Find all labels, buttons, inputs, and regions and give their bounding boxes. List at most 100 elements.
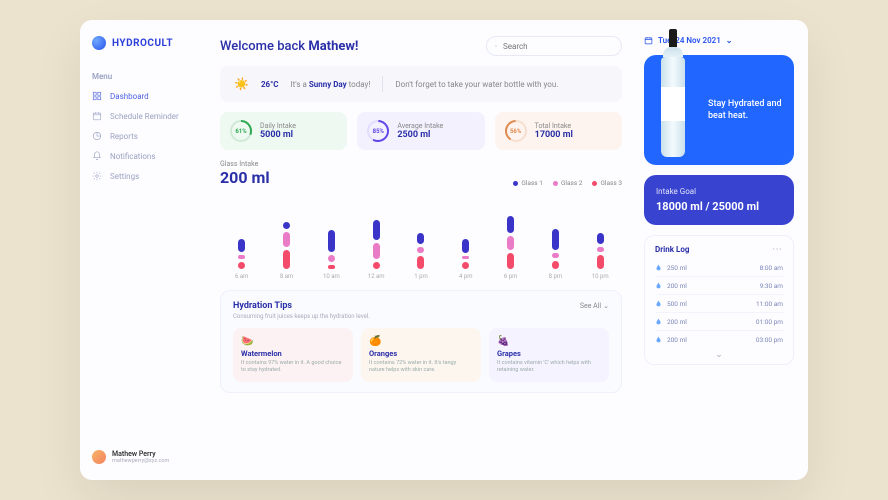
bottle-illustration-icon	[658, 29, 688, 159]
tip-card[interactable]: 🍇 Grapes It contains vitamin 'C' which h…	[489, 328, 609, 382]
temperature-value: 26°C	[261, 80, 279, 89]
tips-subtitle: Consuming fruit juices keeps up the hydr…	[233, 313, 609, 320]
chart-bar-segment	[417, 256, 424, 269]
chart-bar-column[interactable]	[448, 239, 483, 269]
grid-icon	[92, 91, 102, 101]
chart-bar-segment	[373, 220, 380, 240]
sidebar-item-label: Schedule Reminder	[110, 112, 179, 121]
chart-x-label: 8 am	[269, 273, 304, 280]
chart-bar-segment	[373, 243, 380, 260]
chart-bar-column[interactable]	[358, 220, 393, 269]
chart-bar-segment	[238, 239, 245, 252]
promo-bottle-card: Stay Hydrated and beat heat.	[644, 55, 794, 165]
chart-bar-column[interactable]	[314, 230, 349, 269]
chart-section: Glass Intake 200 ml Glass 1 Glass 2 Glas…	[220, 160, 622, 280]
sidebar-item-reports[interactable]: Reports	[92, 131, 198, 141]
see-all-link[interactable]: See All ⌄	[580, 302, 609, 310]
chart-bar-column[interactable]	[583, 233, 618, 269]
weather-headline: It's a Sunny Day today!	[290, 80, 370, 89]
log-time: 03:00 pm	[756, 336, 783, 344]
sidebar-item-schedule[interactable]: Schedule Reminder	[92, 111, 198, 121]
sidebar-item-label: Reports	[110, 132, 138, 141]
chart-x-label: 8 pm	[538, 273, 573, 280]
progress-ring-icon: 61%	[230, 120, 252, 142]
chart-bar-segment	[507, 253, 514, 270]
log-amount: 200 ml	[667, 336, 687, 344]
log-amount: 500 ml	[667, 300, 687, 308]
legend-dot-icon	[553, 181, 558, 186]
stat-card-daily[interactable]: 61% Daily Intake 5000 ml	[220, 112, 347, 150]
chart-bar-segment	[552, 229, 559, 250]
chart-bar-segment	[552, 261, 559, 269]
tip-card[interactable]: 🍉 Watermelon It contains 97% water in it…	[233, 328, 353, 382]
legend-item: Glass 1	[513, 179, 543, 187]
log-amount: 200 ml	[667, 282, 687, 290]
search-input[interactable]	[503, 42, 613, 51]
brand-logo[interactable]: HYDROCULT	[92, 36, 198, 50]
log-item[interactable]: 250 ml 8:00 am	[655, 259, 783, 277]
chart-bar-segment	[373, 262, 380, 269]
app-window: HYDROCULT Menu Dashboard Schedule Remind…	[80, 20, 808, 480]
user-profile[interactable]: Mathew Perry mathewperry@xyz.com	[92, 450, 198, 464]
legend-item: Glass 3	[592, 179, 622, 187]
fruit-icon: 🍉	[241, 336, 345, 347]
legend-label: Glass 2	[561, 179, 583, 187]
stat-title: Daily Intake	[260, 122, 296, 130]
chart-x-label: 6 am	[224, 273, 259, 280]
more-menu-button[interactable]: ⋯	[772, 244, 783, 255]
search-field[interactable]	[486, 36, 622, 56]
log-item[interactable]: 200 ml 03:00 pm	[655, 331, 783, 348]
sidebar-nav: Dashboard Schedule Reminder Reports Noti…	[92, 91, 198, 181]
stat-value: 5000 ml	[260, 130, 296, 140]
stat-card-average[interactable]: 85% Average Intake 2500 ml	[357, 112, 484, 150]
legend-label: Glass 3	[600, 179, 622, 187]
drop-icon	[655, 317, 662, 326]
intake-goal-card[interactable]: Intake Goal 18000 ml / 25000 ml	[644, 175, 794, 225]
fruit-icon: 🍊	[369, 336, 473, 347]
chart-bar-segment	[462, 256, 469, 259]
log-item[interactable]: 200 ml01:00 pm	[655, 313, 783, 331]
gear-icon	[92, 171, 102, 181]
log-time: 11:00 am	[756, 300, 783, 308]
welcome-prefix: Welcome back	[220, 39, 308, 54]
weather-note: Don't forget to take your water bottle w…	[395, 80, 558, 89]
log-amount: 250 ml	[667, 264, 687, 272]
avatar-icon	[92, 450, 106, 464]
sidebar-item-notifications[interactable]: Notifications	[92, 151, 198, 161]
chart-bar-column[interactable]	[493, 216, 528, 269]
log-list: 250 ml 8:00 am 200 ml9:30 am 500 ml 11:00 am…	[655, 259, 783, 348]
chart-title: Glass Intake	[220, 160, 270, 168]
chart-bar-column[interactable]	[269, 222, 304, 269]
chart-x-label: 6 pm	[493, 273, 528, 280]
chart-bar-segment	[597, 233, 604, 244]
chevron-down-icon: ⌄	[726, 36, 733, 45]
log-amount: 200 ml	[667, 318, 687, 326]
calendar-icon	[92, 111, 102, 121]
chart-bar-segment	[283, 232, 290, 247]
progress-ring-icon: 56%	[505, 120, 527, 142]
menu-heading: Menu	[92, 72, 198, 81]
stat-title: Total Intake	[535, 122, 573, 130]
legend-dot-icon	[592, 181, 597, 186]
legend-item: Glass 2	[553, 179, 583, 187]
chart-bar-segment	[507, 216, 514, 234]
sun-icon: ☀️	[234, 77, 249, 91]
chart-bar-column[interactable]	[403, 233, 438, 269]
tip-card[interactable]: 🍊 Oranges It contains 72% water in it. I…	[361, 328, 481, 382]
stat-card-total[interactable]: 56% Total Intake 17000 ml	[495, 112, 622, 150]
chart-x-label: 10 pm	[583, 273, 618, 280]
log-item[interactable]: 500 ml 11:00 am	[655, 295, 783, 313]
chart-bar-column[interactable]	[538, 229, 573, 269]
chart-x-labels: 6 am8 am10 am12 am1 pm4 pm6 pm8 pm10 pm	[220, 269, 622, 280]
sidebar: HYDROCULT Menu Dashboard Schedule Remind…	[80, 20, 210, 480]
stats-row: 61% Daily Intake 5000 ml 85% Average Int…	[220, 112, 622, 150]
sidebar-item-dashboard[interactable]: Dashboard	[92, 91, 198, 101]
log-time: 8:00 am	[760, 264, 783, 272]
chart-bar-column[interactable]	[224, 239, 259, 269]
log-item[interactable]: 200 ml9:30 am	[655, 277, 783, 295]
welcome-name: Mathew!	[308, 39, 358, 54]
chart-legend: Glass 1 Glass 2 Glass 3	[513, 179, 622, 187]
see-all-label: See All	[580, 302, 601, 310]
sidebar-item-settings[interactable]: Settings	[92, 171, 198, 181]
expand-log-button[interactable]: ⌄	[655, 348, 783, 360]
